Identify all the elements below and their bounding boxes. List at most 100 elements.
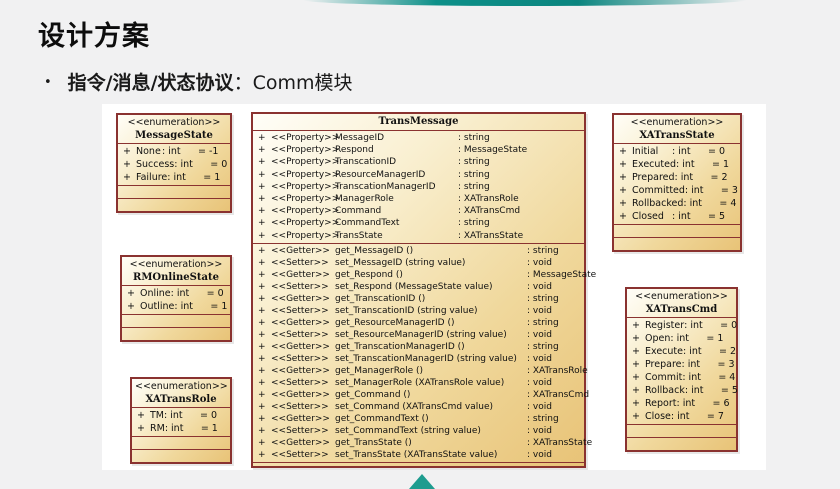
cell-type: : MessageState: [527, 269, 597, 280]
table-row: + TM: int = 0: [132, 409, 230, 422]
cell-signature: get_Respond (): [335, 269, 403, 280]
cell-type: : int: [670, 333, 689, 344]
cell-value: = 0: [200, 410, 218, 421]
cell-vis: +: [258, 194, 266, 205]
cell-vis: +: [632, 346, 640, 357]
cell-vis: +: [258, 317, 266, 328]
cell-vis: +: [258, 269, 266, 280]
table-row: + <<Setter>> set_ResourceManagerID (string…: [253, 329, 584, 341]
cell-stereotype: <<Property>>: [271, 145, 340, 156]
cell-stereotype: <<Property>>: [271, 230, 340, 241]
cell-signature: get_ManagerRole (): [335, 365, 424, 376]
cell-type: : void: [527, 329, 552, 340]
table-row: + Rollbacked: int = 4: [614, 197, 740, 210]
cell-value: = 4: [718, 372, 736, 383]
empty-compartment: [253, 461, 584, 466]
cell-vis: +: [258, 157, 266, 168]
enum-attributes: + Initial: int = 0 + Executed: int = 1 + Prepar…: [614, 143, 740, 224]
cell-type: : int: [683, 346, 702, 357]
cell-signature: get_TranscationManagerID (): [335, 341, 465, 352]
cell-stereotype: <<Setter>>: [271, 305, 329, 316]
enum-stereotype: <<enumeration>>: [635, 291, 728, 302]
enum-attributes: + Online: int = 0 + Outline: int = 1: [122, 285, 230, 314]
cell-stereotype: <<Setter>>: [271, 257, 329, 268]
table-row: + <<Setter>> set_TranscationManagerID (str…: [253, 353, 584, 365]
cell-vis: +: [123, 146, 131, 157]
cell-stereotype: <<Getter>>: [271, 245, 330, 256]
cell-type: : void: [527, 425, 552, 436]
cell-type: : string: [527, 317, 559, 328]
table-row: + <<Property>> Respond: MessageState: [253, 144, 584, 156]
table-row: + <<Property>> CommandText: string: [253, 217, 584, 229]
cell-vis: +: [258, 437, 266, 448]
bullet-line: • 指令/消息/状态协议：Comm模块: [44, 68, 352, 95]
uml-enum-xatransstate: <<enumeration>> XATransState + Initial : i…: [612, 113, 742, 252]
table-row: + Close: int = 7: [627, 410, 736, 423]
cell-signature: get_CommandText (): [335, 413, 429, 424]
cell-vis: +: [632, 372, 640, 383]
enum-header: <<enumeration>> XATransState: [614, 115, 740, 143]
cell-vis: +: [258, 169, 266, 180]
cell-value: = 2: [710, 172, 728, 183]
cell-type: : int: [672, 211, 691, 222]
table-row: + <<Setter>> set_Command (XATransCmd value…: [253, 401, 584, 413]
cell-type: : string: [458, 157, 490, 168]
cell-name: Rollbacked: [632, 198, 684, 209]
cell-type: : XATransState: [458, 230, 524, 241]
cell-name: Initial: [632, 146, 659, 157]
cell-stereotype: <<Property>>: [271, 157, 340, 168]
empty-compartment: [627, 424, 736, 437]
cell-stereotype: <<Setter>>: [271, 401, 329, 412]
empty-compartment: [118, 198, 230, 211]
table-row: + Failure: int = 1: [118, 171, 230, 184]
table-row: + <<Property>> TranscationID : string: [253, 156, 584, 168]
cell-vis: +: [258, 425, 266, 436]
cell-type: : int: [683, 198, 702, 209]
table-row: + <<Property>> TransState: XATransState: [253, 230, 584, 242]
cell-stereotype: <<Property>>: [271, 194, 340, 205]
cell-signature: set_MessageID (string value): [335, 257, 466, 268]
enum-name: MessageState: [135, 130, 213, 141]
cell-name: TranscationID: [335, 157, 397, 168]
table-row: + Open: int = 1: [627, 332, 736, 345]
cell-type: : XATransCmd: [527, 389, 590, 400]
cell-type: : void: [527, 281, 552, 292]
cell-signature: get_TransState (): [335, 437, 412, 448]
cell-vis: +: [632, 320, 640, 331]
cell-type: : int: [674, 172, 694, 183]
table-row: + <<Property>> ResourceManagerID: string: [253, 169, 584, 181]
table-row: + <<Setter>> set_MessageID (string value):…: [253, 257, 584, 269]
scroll-up-triangle-icon[interactable]: [409, 474, 435, 489]
enum-stereotype: <<enumeration>>: [129, 259, 223, 270]
enum-stereotype: <<enumeration>>: [127, 117, 221, 128]
cell-name: Failure: [136, 172, 168, 183]
enum-name: XATransRole: [145, 394, 217, 405]
cell-stereotype: <<Getter>>: [271, 365, 330, 376]
cell-type: : void: [527, 377, 552, 388]
table-row: + Rollback: int = 5: [627, 384, 738, 397]
uml-enum-messagestate: <<enumeration>> MessageState + None: int =…: [116, 113, 232, 213]
cell-vis: +: [258, 257, 266, 268]
cell-name: Online: [140, 288, 171, 299]
enum-header: <<enumeration>> XATransCmd: [627, 289, 736, 317]
table-row: + Success: int = 0: [118, 158, 230, 171]
table-row: + Prepared: int = 2: [614, 171, 740, 184]
cell-type: : int: [670, 411, 690, 422]
cell-vis: +: [258, 341, 266, 352]
cell-type: : int: [684, 320, 703, 331]
cell-signature: set_Respond (MessageState value): [335, 281, 493, 292]
cell-name: Executed: [632, 159, 677, 170]
cell-stereotype: <<Property>>: [271, 169, 340, 180]
cell-name: Commit: [645, 372, 683, 383]
cell-stereotype: <<Property>>: [271, 206, 340, 217]
cell-value: = -1: [198, 146, 219, 157]
table-row: + Closed: int = 5: [614, 210, 740, 223]
table-row: + <<Setter>> set_ManagerRole (XATransRole …: [253, 377, 584, 389]
cell-name: TM: [150, 410, 164, 421]
cell-stereotype: <<Property>>: [271, 133, 340, 143]
cell-type: : int: [162, 146, 181, 157]
table-row: + Register: int = 0: [627, 319, 737, 332]
cell-type: : string: [527, 293, 559, 304]
cell-vis: +: [619, 211, 627, 222]
cell-name: Prepared: [632, 172, 675, 183]
